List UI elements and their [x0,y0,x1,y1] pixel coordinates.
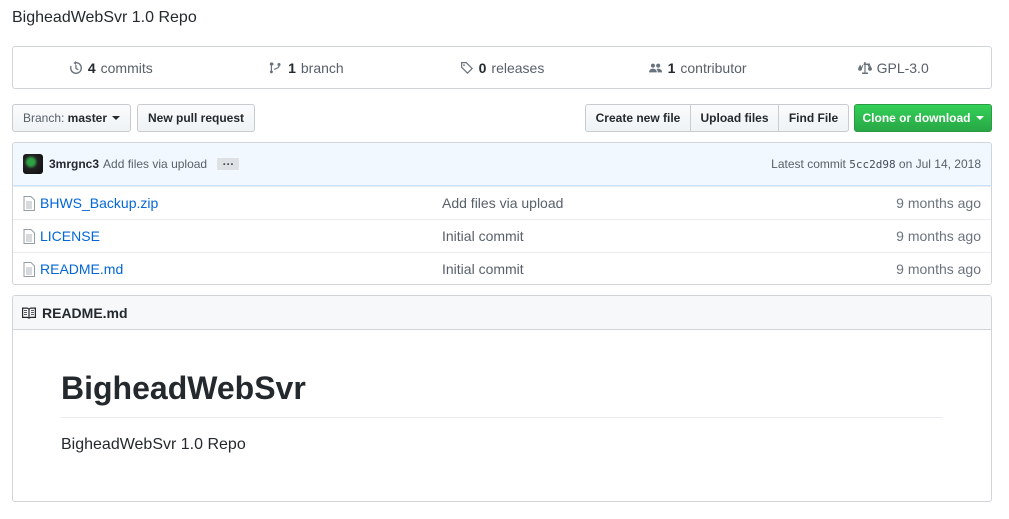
history-icon [69,60,82,74]
tag-icon [460,61,473,74]
create-new-file-button[interactable]: Create new file [585,104,691,132]
file-icon [23,261,35,277]
caret-down-icon [975,116,984,120]
new-pull-request-button[interactable]: New pull request [137,104,255,132]
file-row: README.md Initial commit 9 months ago [13,252,991,284]
file-name-link[interactable]: README.md [40,261,123,277]
license-label: GPL-3.0 [876,59,929,76]
file-age: 9 months ago [896,195,981,211]
clone-download-button[interactable]: Clone or download [854,104,992,132]
license-link[interactable]: GPL-3.0 [795,60,991,76]
releases-link[interactable]: 0 releases [404,60,600,76]
branches-label: branch [300,59,344,76]
branch-select-button[interactable]: Branch: master [12,104,131,132]
numbers-summary: 4 commits 1 branch 0 releases 1 contribu… [12,46,992,89]
file-actions-group: Create new file Upload files Find File [585,104,849,132]
file-row: LICENSE Initial commit 9 months ago [13,219,991,252]
clone-download-label: Clone or download [862,111,971,125]
branch-prefix: Branch: [22,111,65,125]
commit-date: on Jul 14, 2018 [898,157,981,171]
commit-message[interactable]: Add files via upload [103,157,207,171]
readme-header: README.md [13,296,991,330]
readme-text: BigheadWebSvr 1.0 Repo [61,436,246,453]
avatar[interactable] [23,154,43,174]
contributors-count: 1 [667,59,676,76]
book-icon [22,307,36,319]
find-file-button[interactable]: Find File [778,104,849,132]
file-commit-message[interactable]: Initial commit [442,261,524,277]
file-row: BHWS_Backup.zip Add files via upload 9 m… [13,186,991,219]
commit-sha-link[interactable]: 5cc2d98 [849,158,895,171]
file-icon [23,228,35,244]
file-list: 3mrgnc3 Add files via upload … Latest co… [12,142,992,285]
contributors-link[interactable]: 1 contributor [600,60,796,76]
law-icon [857,61,872,74]
people-icon [648,63,662,72]
latest-commit-label: Latest commit [771,157,846,171]
branches-link[interactable]: 1 branch [209,60,405,76]
repo-description: BigheadWebSvr 1.0 Repo [12,9,197,26]
file-name-link[interactable]: BHWS_Backup.zip [40,195,158,211]
releases-label: releases [491,59,545,76]
ellipsis-expander-button[interactable]: … [217,155,240,170]
commits-label: commits [100,59,153,76]
upload-files-button[interactable]: Upload files [690,104,779,132]
contributors-label: contributor [680,59,747,76]
file-icon [23,195,35,211]
branch-icon [269,61,281,73]
latest-commit-info: Latest commit 5cc2d98 on Jul 14, 2018 [771,157,981,171]
releases-count: 0 [478,59,487,76]
caret-down-icon [112,116,121,120]
branch-name: master [67,111,108,125]
readme-content: BigheadWebSvr BigheadWebSvr 1.0 Repo [13,330,991,454]
file-age: 9 months ago [896,261,981,277]
file-commit-message[interactable]: Add files via upload [442,195,563,211]
commits-link[interactable]: 4 commits [13,60,209,76]
readme-title: BigheadWebSvr [61,370,943,418]
commit-author[interactable]: 3mrgnc3 [49,157,99,171]
readme-panel: README.md BigheadWebSvr BigheadWebSvr 1.… [12,295,992,502]
latest-commit-bar: 3mrgnc3 Add files via upload … Latest co… [13,143,991,186]
file-name-link[interactable]: LICENSE [40,228,100,244]
commits-count: 4 [87,59,96,76]
readme-filename: README.md [42,304,128,321]
file-age: 9 months ago [896,228,981,244]
branches-count: 1 [288,59,296,76]
file-commit-message[interactable]: Initial commit [442,228,524,244]
